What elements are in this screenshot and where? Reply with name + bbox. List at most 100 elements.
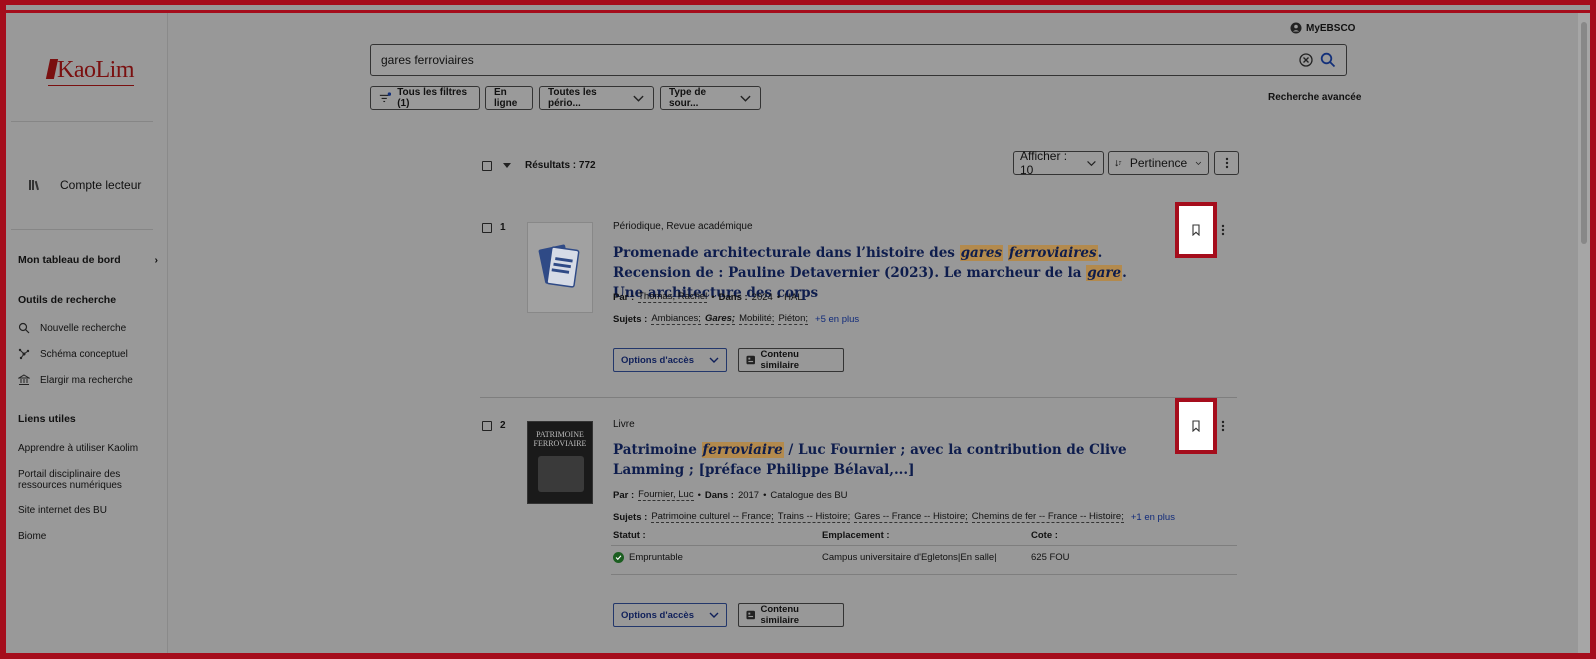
myebsco-link[interactable]: MyEBSCO (1290, 22, 1355, 34)
divider (11, 121, 153, 122)
result-type: Périodique, Revue académique (613, 221, 753, 232)
bookmark-button[interactable] (1175, 202, 1217, 258)
subject-link[interactable]: Patrimoine culturel -- France; (651, 511, 774, 523)
more-options-button[interactable] (1214, 151, 1239, 175)
similar-content-button[interactable]: Contenu similaire (738, 603, 844, 627)
online-filter-button[interactable]: En ligne (485, 86, 533, 110)
result-separator (480, 397, 1237, 398)
kebab-icon[interactable] (1221, 420, 1225, 432)
tool-label: Schéma conceptuel (40, 348, 128, 360)
search-input[interactable]: gares ferroviaires (370, 44, 1347, 76)
page-scrollbar[interactable] (1578, 10, 1590, 659)
result-select[interactable]: 2 (482, 420, 506, 431)
concept-map-icon (18, 348, 30, 360)
call-number-header: Cote : (1031, 530, 1058, 541)
search-value: gares ferroviaires (381, 53, 474, 67)
result-checkbox[interactable] (482, 222, 492, 233)
advanced-search-link[interactable]: Recherche avancée (1268, 92, 1361, 103)
filter-icon (379, 92, 392, 103)
source-type-filter-dropdown[interactable]: Type de sour... (660, 86, 761, 110)
title-part: Promenade architecturale dans l’histoire… (613, 245, 960, 261)
result-thumbnail[interactable] (527, 222, 593, 313)
dashboard-link[interactable]: Mon tableau de bord › (18, 254, 158, 266)
kebab-icon[interactable] (1221, 224, 1225, 236)
result-checkbox[interactable] (482, 420, 492, 431)
more-subjects-link[interactable]: +5 en plus (815, 314, 859, 325)
bookmark-icon (1192, 420, 1200, 432)
subject-link[interactable]: Ambiances; (651, 313, 701, 325)
subject-link[interactable]: Chemins de fer -- France -- Histoire; (971, 511, 1124, 523)
table-divider (611, 545, 1237, 546)
by-label: Par : (613, 291, 635, 303)
display-label: Afficher : 10 (1020, 149, 1068, 177)
link-learn-kaolim[interactable]: Apprendre à utiliser Kaolim (18, 443, 148, 454)
divider (11, 229, 153, 230)
status-header: Statut : (613, 530, 646, 541)
sort-icon (1115, 160, 1122, 167)
location-value: Campus universitaire d'Egletons|En salle… (822, 552, 997, 563)
kaolim-logo[interactable]: KaoLim (36, 54, 146, 88)
all-filters-button[interactable]: Tous les filtres (1) (370, 86, 480, 110)
cover-image (538, 456, 584, 492)
subject-link[interactable]: Gares; (704, 313, 736, 325)
logo-text: KaoLim (57, 56, 134, 83)
result-select[interactable]: 1 (482, 222, 506, 233)
account-link[interactable]: Compte lecteur (28, 178, 141, 192)
search-icon[interactable] (1320, 52, 1336, 68)
author-link[interactable]: Thomas, Rachel (638, 291, 708, 303)
similar-content-button[interactable]: Contenu similaire (738, 348, 844, 372)
clear-icon[interactable] (1299, 53, 1313, 67)
subjects-label: Sujets : (613, 313, 648, 325)
link-bu-website[interactable]: Site internet des BU (18, 505, 148, 516)
select-all-checkbox[interactable] (482, 160, 492, 171)
tool-broaden-search[interactable]: Elargir ma recherche (18, 374, 133, 386)
caret-down-icon[interactable] (503, 163, 511, 168)
chevron-down-icon (709, 357, 719, 363)
tool-new-search[interactable]: Nouvelle recherche (18, 322, 126, 334)
result-source: HAL (784, 291, 803, 303)
bullet: • (776, 291, 781, 303)
result-subjects: Sujets : Patrimoine culturel -- France; … (613, 511, 1175, 523)
table-divider (611, 574, 1237, 575)
link-biome[interactable]: Biome (18, 531, 148, 542)
bookmark-icon (1192, 224, 1200, 236)
access-options-dropdown[interactable]: Options d'accès (613, 603, 727, 627)
more-subjects-link[interactable]: +1 en plus (1131, 512, 1175, 523)
bullet: • (763, 489, 767, 501)
result-number: 1 (500, 222, 506, 233)
chevron-right-icon: › (154, 254, 159, 266)
access-options-dropdown[interactable]: Options d'accès (613, 348, 727, 372)
author-link[interactable]: Fournier, Luc (638, 489, 694, 501)
dashboard-label: Mon tableau de bord (18, 254, 121, 266)
period-filter-dropdown[interactable]: Toutes les pério... (539, 86, 654, 110)
subject-link[interactable]: Mobilité; (739, 313, 775, 325)
call-number-value: 625 FOU (1031, 552, 1070, 563)
chevron-down-icon (1087, 161, 1096, 167)
page-size-dropdown[interactable]: Afficher : 10 (1013, 149, 1104, 177)
kebab-icon (1225, 157, 1228, 169)
similar-content-icon (746, 610, 755, 620)
chevron-down-icon (633, 95, 644, 102)
myebsco-label: MyEBSCO (1306, 22, 1356, 34)
result-type: Livre (613, 419, 635, 430)
tool-concept-map[interactable]: Schéma conceptuel (18, 348, 128, 360)
account-label: Compte lecteur (60, 178, 142, 192)
result-subjects: Sujets : Ambiances; Gares; Mobilité; Pié… (613, 313, 859, 325)
result-title[interactable]: Patrimoine ferroviaire / Luc Fournier ; … (613, 440, 1158, 480)
book-cover-thumbnail[interactable]: PATRIMOINE FERROVIAIRE (527, 421, 593, 504)
result-byline: Par : Thomas, Rachel • Dans : 2024 • HAL (613, 291, 803, 303)
scrollbar-thumb[interactable] (1581, 22, 1587, 244)
title-highlight: ferroviaire (701, 442, 784, 458)
subject-link[interactable]: Piéton; (778, 313, 809, 325)
sort-dropdown[interactable]: Pertinence (1108, 151, 1209, 175)
books-icon (29, 180, 40, 191)
results-count: Résultats : 772 (525, 160, 596, 171)
link-digital-resources[interactable]: Portail disciplinaire des ressources num… (18, 469, 148, 491)
subject-link[interactable]: Gares -- France -- Histoire; (854, 511, 968, 523)
result-year: 2024 (751, 291, 773, 303)
useful-links-heading: Liens utiles (18, 413, 76, 425)
bookmark-button[interactable] (1175, 398, 1217, 454)
chevron-down-icon (1195, 161, 1202, 165)
subject-link[interactable]: Trains -- Histoire; (777, 511, 851, 523)
title-highlight: ferroviaires (1007, 245, 1098, 261)
